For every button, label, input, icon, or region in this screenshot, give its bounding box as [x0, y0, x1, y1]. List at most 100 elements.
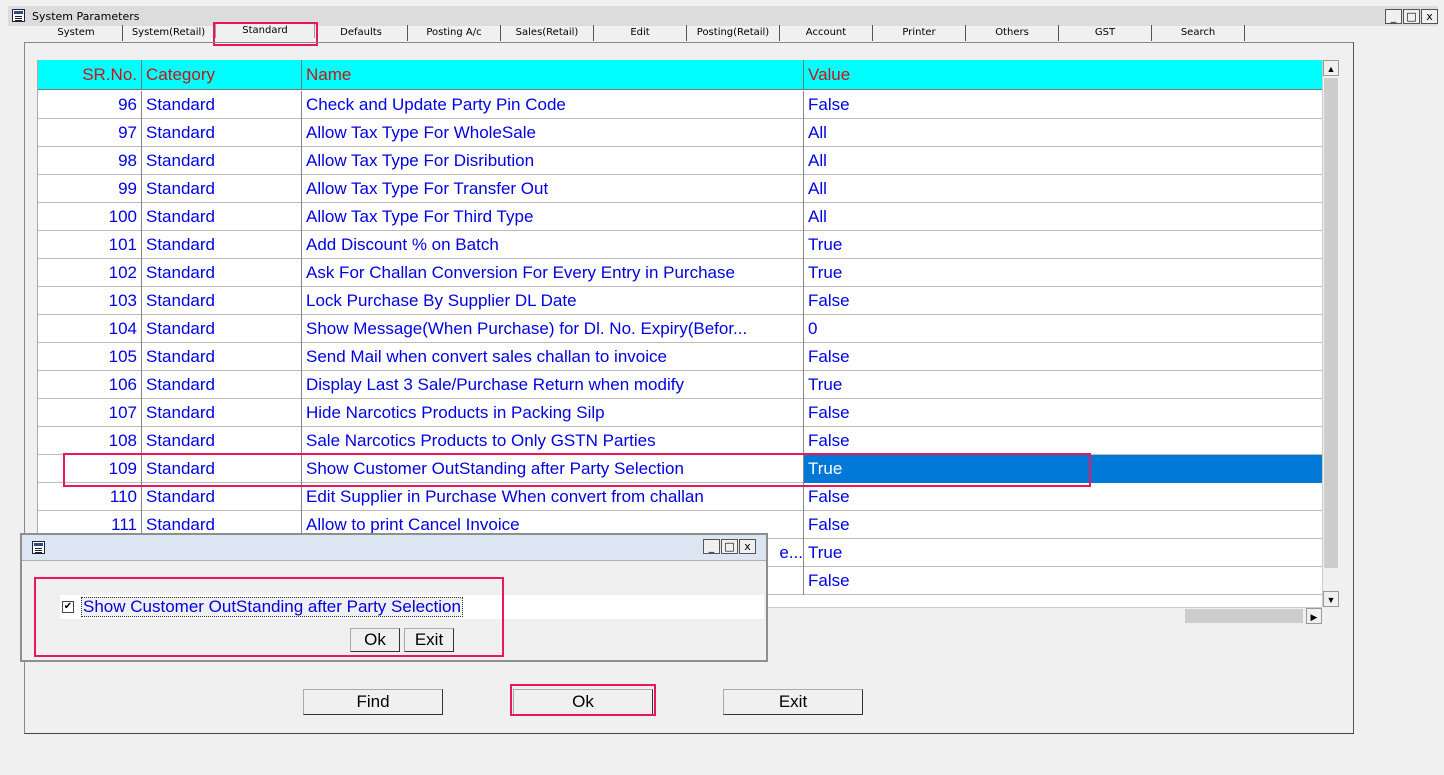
tab-defaults[interactable]: Defaults	[315, 25, 408, 41]
dialog-ok-button[interactable]: Ok	[350, 628, 400, 652]
cell-sr-no[interactable]: 103	[38, 287, 142, 315]
horizontal-scrollbar[interactable]: ▶	[765, 607, 1322, 624]
cell-value[interactable]: All	[804, 119, 1322, 147]
cell-category[interactable]: Standard	[142, 259, 302, 287]
cell-sr-no[interactable]: 96	[38, 91, 142, 119]
cell-name[interactable]: Lock Purchase By Supplier DL Date	[302, 287, 804, 315]
cell-category[interactable]: Standard	[142, 315, 302, 343]
vertical-scroll-thumb[interactable]	[1324, 78, 1338, 568]
header-value[interactable]: Value	[804, 60, 1322, 90]
tab-printer[interactable]: Printer	[873, 25, 966, 41]
tab-sales-retail[interactable]: Sales(Retail)	[501, 25, 594, 41]
table-row[interactable]: 103 Standard Lock Purchase By Supplier DL …	[38, 287, 1322, 315]
scroll-down-icon[interactable]: ▼	[1323, 591, 1339, 607]
cell-sr-no[interactable]: 98	[38, 147, 142, 175]
cell-sr-no[interactable]: 97	[38, 119, 142, 147]
table-row[interactable]: 101 Standard Add Discount % on Batch True	[38, 231, 1322, 259]
table-row[interactable]: 110 Standard Edit Supplier in Purchase Whe…	[38, 483, 1322, 511]
cell-name[interactable]: Display Last 3 Sale/Purchase Return when…	[302, 371, 804, 399]
cell-value[interactable]: False	[804, 511, 1322, 539]
cell-value[interactable]: All	[804, 147, 1322, 175]
parameters-grid[interactable]: SR.No. Category Name Value 96 Standard Che…	[37, 60, 1322, 607]
cell-name[interactable]: Sale Narcotics Products to Only GSTN Par…	[302, 427, 804, 455]
cell-category[interactable]: Standard	[142, 455, 302, 483]
cell-category[interactable]: Standard	[142, 343, 302, 371]
tab-account[interactable]: Account	[780, 25, 873, 41]
cell-name[interactable]: Edit Supplier in Purchase When convert f…	[302, 483, 804, 511]
vertical-scrollbar[interactable]: ▲ ▼	[1322, 60, 1339, 607]
cell-sr-no[interactable]: 109	[38, 455, 142, 483]
tab-others[interactable]: Others	[966, 25, 1059, 41]
tab-system[interactable]: System	[30, 25, 123, 41]
exit-button[interactable]: Exit	[723, 689, 863, 715]
cell-value[interactable]: 0	[804, 315, 1322, 343]
cell-value[interactable]: True	[804, 259, 1322, 287]
cell-sr-no[interactable]: 108	[38, 427, 142, 455]
close-button[interactable]: x	[1421, 9, 1438, 24]
tab-posting-ac[interactable]: Posting A/c	[408, 25, 501, 41]
table-row[interactable]: 106 Standard Display Last 3 Sale/Purchase …	[38, 371, 1322, 399]
cell-category[interactable]: Standard	[142, 91, 302, 119]
cell-value[interactable]: True	[804, 371, 1322, 399]
cell-name[interactable]: Allow Tax Type For Transfer Out	[302, 175, 804, 203]
cell-sr-no[interactable]: 105	[38, 343, 142, 371]
option-label[interactable]: Show Customer OutStanding after Party Se…	[81, 597, 463, 617]
dialog-minimize-button[interactable]: _	[703, 539, 720, 554]
table-row[interactable]: 105 Standard Send Mail when convert sales …	[38, 343, 1322, 371]
cell-category[interactable]: Standard	[142, 119, 302, 147]
scroll-right-icon[interactable]: ▶	[1306, 608, 1322, 624]
table-row[interactable]: 98 Standard Allow Tax Type For Disribution…	[38, 147, 1322, 175]
table-row[interactable]: 96 Standard Check and Update Party Pin Cod…	[38, 91, 1322, 119]
cell-name[interactable]: Allow Tax Type For WholeSale	[302, 119, 804, 147]
cell-name[interactable]: Show Customer OutStanding after Party Se…	[302, 455, 804, 483]
tab-gst[interactable]: GST	[1059, 25, 1152, 41]
cell-category[interactable]: Standard	[142, 287, 302, 315]
cell-name[interactable]: Allow Tax Type For Third Type	[302, 203, 804, 231]
table-row[interactable]: 108 Standard Sale Narcotics Products to On…	[38, 427, 1322, 455]
cell-value[interactable]: False	[804, 399, 1322, 427]
dialog-close-button[interactable]: x	[739, 539, 756, 554]
header-category[interactable]: Category	[142, 60, 302, 90]
header-sr-no[interactable]: SR.No.	[38, 60, 142, 90]
header-name[interactable]: Name	[302, 60, 804, 90]
table-row[interactable]: 99 Standard Allow Tax Type For Transfer Ou…	[38, 175, 1322, 203]
table-row[interactable]: 107 Standard Hide Narcotics Products in Pa…	[38, 399, 1322, 427]
cell-name[interactable]: Send Mail when convert sales challan to …	[302, 343, 804, 371]
cell-sr-no[interactable]: 100	[38, 203, 142, 231]
tab-standard[interactable]: Standard	[215, 22, 315, 38]
cell-value[interactable]: All	[804, 175, 1322, 203]
tab-system-retail[interactable]: System(Retail)	[123, 25, 215, 41]
cell-category[interactable]: Standard	[142, 399, 302, 427]
dialog-exit-button[interactable]: Exit	[404, 628, 454, 652]
cell-name[interactable]: Ask For Challan Conversion For Every Ent…	[302, 259, 804, 287]
cell-category[interactable]: Standard	[142, 175, 302, 203]
cell-value[interactable]: False	[804, 427, 1322, 455]
cell-sr-no[interactable]: 107	[38, 399, 142, 427]
cell-value[interactable]: True	[804, 231, 1322, 259]
maximize-button[interactable]: □	[1403, 9, 1420, 24]
table-row[interactable]: 102 Standard Ask For Challan Conversion Fo…	[38, 259, 1322, 287]
option-checkbox[interactable]: ✔	[62, 601, 74, 613]
table-row[interactable]: 109 Standard Show Customer OutStanding aft…	[38, 455, 1322, 483]
cell-name[interactable]: Check and Update Party Pin Code	[302, 91, 804, 119]
cell-category[interactable]: Standard	[142, 371, 302, 399]
cell-value[interactable]: False	[804, 567, 1322, 595]
cell-value[interactable]: False	[804, 483, 1322, 511]
find-button[interactable]: Find	[303, 689, 443, 715]
cell-name[interactable]: Hide Narcotics Products in Packing Silp	[302, 399, 804, 427]
dialog-menu-icon[interactable]	[32, 541, 45, 554]
tab-edit[interactable]: Edit	[594, 25, 687, 41]
table-row[interactable]: 104 Standard Show Message(When Purchase) f…	[38, 315, 1322, 343]
tab-search[interactable]: Search	[1152, 25, 1245, 41]
horizontal-scroll-thumb[interactable]	[1185, 609, 1303, 623]
cell-name[interactable]: Allow Tax Type For Disribution	[302, 147, 804, 175]
cell-name[interactable]: Add Discount % on Batch	[302, 231, 804, 259]
cell-category[interactable]: Standard	[142, 147, 302, 175]
cell-value[interactable]: False	[804, 343, 1322, 371]
tab-posting-retail[interactable]: Posting(Retail)	[687, 25, 780, 41]
cell-value[interactable]: False	[804, 91, 1322, 119]
cell-sr-no[interactable]: 106	[38, 371, 142, 399]
minimize-button[interactable]: _	[1385, 9, 1402, 24]
ok-button[interactable]: Ok	[513, 689, 653, 715]
cell-value[interactable]: True	[804, 455, 1322, 483]
